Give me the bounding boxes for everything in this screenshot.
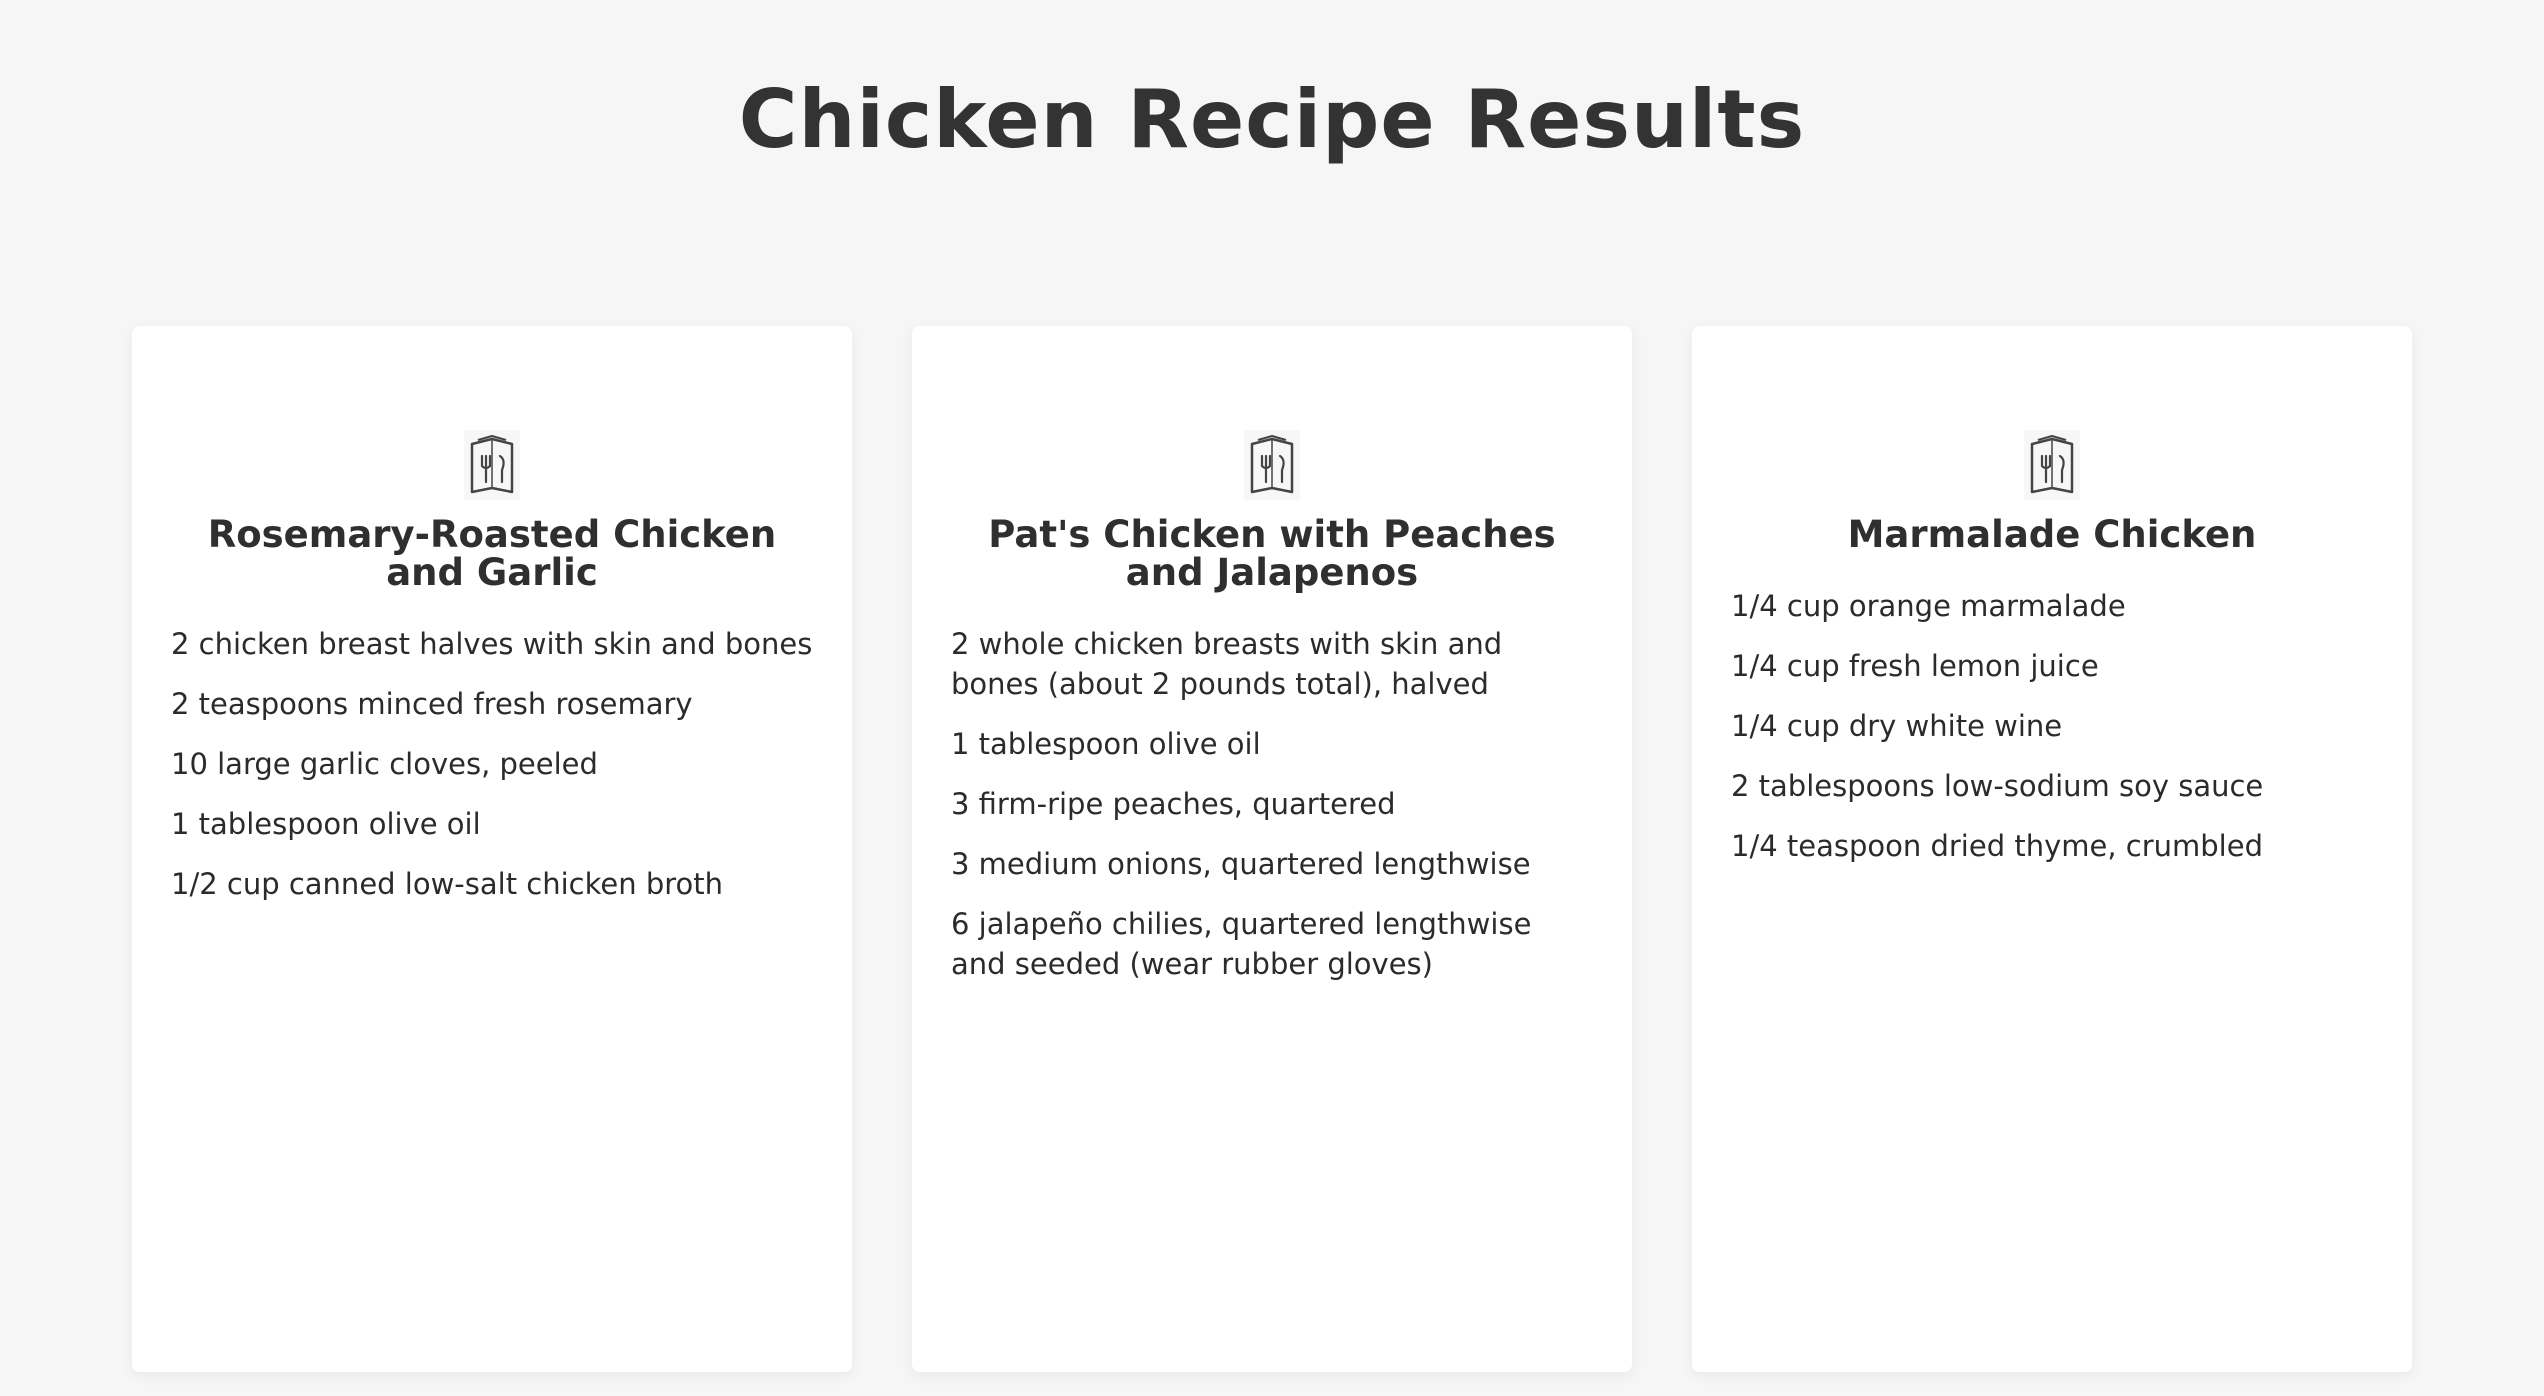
ingredient-item: 2 tablespoons low-sodium soy sauce <box>1731 769 2264 803</box>
ingredient-list: 2 whole chicken breasts with skin and bo… <box>951 624 1593 984</box>
ingredient-item: 2 whole chicken breasts with skin and bo… <box>951 627 1503 701</box>
recipe-title: Rosemary-Roasted Chicken and Garlic <box>207 513 777 594</box>
ingredient-item: 1/4 teaspoon dried thyme, crumbled <box>1731 829 2263 863</box>
recipe-title: Marmalade Chicken <box>1847 513 2257 556</box>
ingredient-item: 3 firm-ripe peaches, quartered <box>951 787 1396 821</box>
ingredient-item: 2 chicken breast halves with skin and bo… <box>171 627 813 661</box>
recipe-card[interactable]: Marmalade Chicken 1/4 cup orange marmala… <box>1692 326 2412 1372</box>
ingredient-item: 1/4 cup fresh lemon juice <box>1731 649 2099 683</box>
ingredient-item: 1/4 cup dry white wine <box>1731 709 2063 743</box>
ingredient-list: 2 chicken breast halves with skin and bo… <box>171 624 813 904</box>
ingredient-item: 1/4 cup orange marmalade <box>1731 589 2126 623</box>
ingredient-item: 1/2 cup canned low-salt chicken broth <box>171 867 724 901</box>
ingredient-item: 6 jalapeño chilies, quartered lengthwise… <box>951 907 1532 981</box>
recipe-card[interactable]: Pat's Chicken with Peaches and Jalapenos… <box>912 326 1632 1372</box>
menu-utensils-icon <box>2024 430 2080 500</box>
recipe-title: Pat's Chicken with Peaches and Jalapenos <box>988 513 1556 594</box>
menu-utensils-icon <box>1244 430 1300 500</box>
ingredient-item: 2 teaspoons minced fresh rosemary <box>171 687 693 721</box>
menu-utensils-icon <box>464 430 520 500</box>
recipe-card[interactable]: Rosemary-Roasted Chicken and Garlic 2 ch… <box>132 326 852 1372</box>
ingredient-item: 10 large garlic cloves, peeled <box>171 747 598 781</box>
ingredient-item: 1 tablespoon olive oil <box>951 727 1261 761</box>
ingredient-item: 3 medium onions, quartered lengthwise <box>951 847 1531 881</box>
ingredient-list: 1/4 cup orange marmalade 1/4 cup fresh l… <box>1731 586 2373 866</box>
ingredient-item: 1 tablespoon olive oil <box>171 807 481 841</box>
page-title: Chicken Recipe Results <box>738 73 1806 166</box>
